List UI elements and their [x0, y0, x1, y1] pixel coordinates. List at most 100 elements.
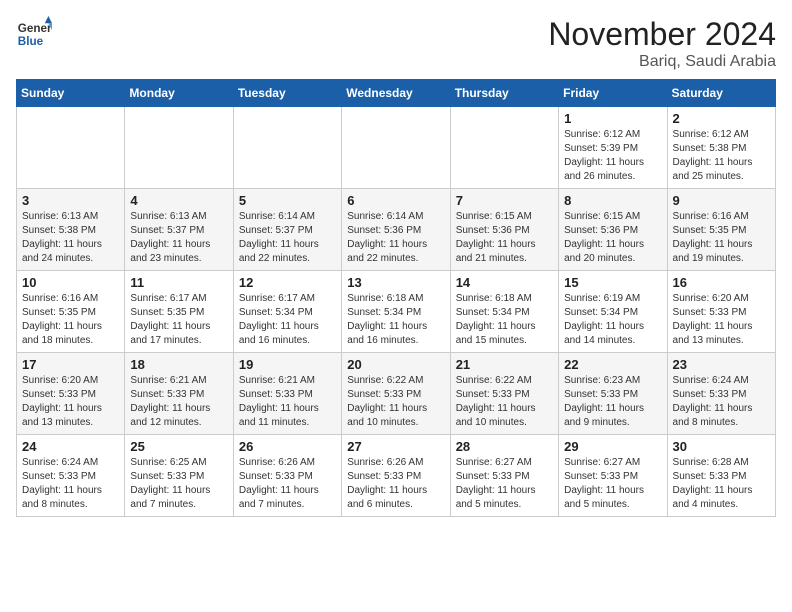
cell-info: Sunrise: 6:18 AM Sunset: 5:34 PM Dayligh… — [347, 292, 444, 348]
cell-info: Sunrise: 6:12 AM Sunset: 5:38 PM Dayligh… — [673, 128, 770, 184]
day-number: 14 — [456, 275, 553, 290]
weekday-header: Monday — [125, 80, 233, 107]
day-number: 22 — [564, 357, 661, 372]
calendar-cell: 3 Sunrise: 6:13 AM Sunset: 5:38 PM Daylig… — [17, 189, 125, 271]
day-number: 16 — [673, 275, 770, 290]
cell-info: Sunrise: 6:15 AM Sunset: 5:36 PM Dayligh… — [564, 210, 661, 266]
calendar-cell: 13Sunrise: 6:18 AM Sunset: 5:34 PM Dayli… — [342, 271, 450, 353]
logo-icon: General Blue — [16, 16, 52, 52]
calendar-cell: 26 Sunrise: 6:26 AM Sunset: 5:33 PM Dayli… — [233, 435, 341, 517]
svg-text:Blue: Blue — [18, 35, 44, 48]
weekday-header: Friday — [559, 80, 667, 107]
cell-info: Sunrise: 6:16 AM Sunset: 5:35 PM Dayligh… — [22, 292, 119, 348]
calendar-cell: 1 Sunrise: 6:12 AM Sunset: 5:39 PM Daylig… — [559, 107, 667, 189]
cell-info: Sunrise: 6:13 AM Sunset: 5:37 PM Dayligh… — [130, 210, 227, 266]
calendar-cell: 7 Sunrise: 6:15 AM Sunset: 5:36 PM Daylig… — [450, 189, 558, 271]
calendar-cell: 30Sunrise: 6:28 AM Sunset: 5:33 PM Dayli… — [667, 435, 775, 517]
calendar-cell: 8 Sunrise: 6:15 AM Sunset: 5:36 PM Daylig… — [559, 189, 667, 271]
month-title: November 2024 — [548, 16, 776, 53]
day-number: 5 — [239, 193, 336, 208]
calendar-cell — [342, 107, 450, 189]
calendar-cell: 5 Sunrise: 6:14 AM Sunset: 5:37 PM Daylig… — [233, 189, 341, 271]
weekday-header: Tuesday — [233, 80, 341, 107]
day-number: 12 — [239, 275, 336, 290]
calendar-cell: 2Sunrise: 6:12 AM Sunset: 5:38 PM Daylig… — [667, 107, 775, 189]
calendar-cell: 28 Sunrise: 6:27 AM Sunset: 5:33 PM Dayli… — [450, 435, 558, 517]
cell-info: Sunrise: 6:22 AM Sunset: 5:33 PM Dayligh… — [347, 374, 444, 430]
calendar-cell: 25 Sunrise: 6:25 AM Sunset: 5:33 PM Dayli… — [125, 435, 233, 517]
calendar-cell: 16 Sunrise: 6:20 AM Sunset: 5:33 PM Dayli… — [667, 271, 775, 353]
calendar-cell: 27 Sunrise: 6:26 AM Sunset: 5:33 PM Dayli… — [342, 435, 450, 517]
calendar-cell: 10Sunrise: 6:16 AM Sunset: 5:35 PM Dayli… — [17, 271, 125, 353]
calendar-cell: 23Sunrise: 6:24 AM Sunset: 5:33 PM Dayli… — [667, 353, 775, 435]
day-number: 25 — [130, 439, 227, 454]
day-number: 27 — [347, 439, 444, 454]
calendar-cell: 18Sunrise: 6:21 AM Sunset: 5:33 PM Dayli… — [125, 353, 233, 435]
day-number: 7 — [456, 193, 553, 208]
calendar-cell: 21 Sunrise: 6:22 AM Sunset: 5:33 PM Dayli… — [450, 353, 558, 435]
day-number: 3 — [22, 193, 119, 208]
day-number: 11 — [130, 275, 227, 290]
cell-info: Sunrise: 6:28 AM Sunset: 5:33 PM Dayligh… — [673, 456, 770, 512]
calendar-cell: 15Sunrise: 6:19 AM Sunset: 5:34 PM Dayli… — [559, 271, 667, 353]
cell-info: Sunrise: 6:19 AM Sunset: 5:34 PM Dayligh… — [564, 292, 661, 348]
calendar-cell — [233, 107, 341, 189]
title-block: November 2024 Bariq, Saudi Arabia — [548, 16, 776, 71]
cell-info: Sunrise: 6:23 AM Sunset: 5:33 PM Dayligh… — [564, 374, 661, 430]
calendar-cell: 12Sunrise: 6:17 AM Sunset: 5:34 PM Dayli… — [233, 271, 341, 353]
calendar-cell — [125, 107, 233, 189]
day-number: 28 — [456, 439, 553, 454]
day-number: 24 — [22, 439, 119, 454]
cell-info: Sunrise: 6:17 AM Sunset: 5:35 PM Dayligh… — [130, 292, 227, 348]
cell-info: Sunrise: 6:12 AM Sunset: 5:39 PM Dayligh… — [564, 128, 661, 184]
day-number: 8 — [564, 193, 661, 208]
day-number: 21 — [456, 357, 553, 372]
cell-info: Sunrise: 6:25 AM Sunset: 5:33 PM Dayligh… — [130, 456, 227, 512]
day-number: 9 — [673, 193, 770, 208]
day-number: 26 — [239, 439, 336, 454]
calendar-cell: 17 Sunrise: 6:20 AM Sunset: 5:33 PM Dayli… — [17, 353, 125, 435]
day-number: 17 — [22, 357, 119, 372]
day-number: 4 — [130, 193, 227, 208]
day-number: 6 — [347, 193, 444, 208]
page-header: General Blue November 2024 Bariq, Saudi … — [16, 16, 776, 71]
day-number: 23 — [673, 357, 770, 372]
cell-info: Sunrise: 6:20 AM Sunset: 5:33 PM Dayligh… — [673, 292, 770, 348]
day-number: 19 — [239, 357, 336, 372]
weekday-header: Saturday — [667, 80, 775, 107]
day-number: 20 — [347, 357, 444, 372]
cell-info: Sunrise: 6:24 AM Sunset: 5:33 PM Dayligh… — [22, 456, 119, 512]
calendar-cell: 20 Sunrise: 6:22 AM Sunset: 5:33 PM Dayli… — [342, 353, 450, 435]
svg-text:General: General — [18, 22, 52, 35]
calendar-cell — [450, 107, 558, 189]
cell-info: Sunrise: 6:27 AM Sunset: 5:33 PM Dayligh… — [564, 456, 661, 512]
calendar-cell — [17, 107, 125, 189]
cell-info: Sunrise: 6:26 AM Sunset: 5:33 PM Dayligh… — [347, 456, 444, 512]
cell-info: Sunrise: 6:26 AM Sunset: 5:33 PM Dayligh… — [239, 456, 336, 512]
calendar-cell: 6 Sunrise: 6:14 AM Sunset: 5:36 PM Daylig… — [342, 189, 450, 271]
cell-info: Sunrise: 6:16 AM Sunset: 5:35 PM Dayligh… — [673, 210, 770, 266]
calendar-table: SundayMondayTuesdayWednesdayThursdayFrid… — [16, 79, 776, 517]
cell-info: Sunrise: 6:15 AM Sunset: 5:36 PM Dayligh… — [456, 210, 553, 266]
calendar-cell: 19 Sunrise: 6:21 AM Sunset: 5:33 PM Dayli… — [233, 353, 341, 435]
logo: General Blue — [16, 16, 52, 52]
cell-info: Sunrise: 6:27 AM Sunset: 5:33 PM Dayligh… — [456, 456, 553, 512]
weekday-header: Wednesday — [342, 80, 450, 107]
cell-info: Sunrise: 6:21 AM Sunset: 5:33 PM Dayligh… — [239, 374, 336, 430]
location-title: Bariq, Saudi Arabia — [548, 53, 776, 71]
weekday-header: Sunday — [17, 80, 125, 107]
calendar-cell: 4 Sunrise: 6:13 AM Sunset: 5:37 PM Daylig… — [125, 189, 233, 271]
day-number: 18 — [130, 357, 227, 372]
calendar-cell: 11 Sunrise: 6:17 AM Sunset: 5:35 PM Dayli… — [125, 271, 233, 353]
weekday-header: Thursday — [450, 80, 558, 107]
cell-info: Sunrise: 6:14 AM Sunset: 5:36 PM Dayligh… — [347, 210, 444, 266]
day-number: 29 — [564, 439, 661, 454]
calendar-cell: 24 Sunrise: 6:24 AM Sunset: 5:33 PM Dayli… — [17, 435, 125, 517]
cell-info: Sunrise: 6:20 AM Sunset: 5:33 PM Dayligh… — [22, 374, 119, 430]
calendar-cell: 9 Sunrise: 6:16 AM Sunset: 5:35 PM Daylig… — [667, 189, 775, 271]
cell-info: Sunrise: 6:13 AM Sunset: 5:38 PM Dayligh… — [22, 210, 119, 266]
cell-info: Sunrise: 6:14 AM Sunset: 5:37 PM Dayligh… — [239, 210, 336, 266]
day-number: 1 — [564, 111, 661, 126]
calendar-cell: 14Sunrise: 6:18 AM Sunset: 5:34 PM Dayli… — [450, 271, 558, 353]
cell-info: Sunrise: 6:22 AM Sunset: 5:33 PM Dayligh… — [456, 374, 553, 430]
